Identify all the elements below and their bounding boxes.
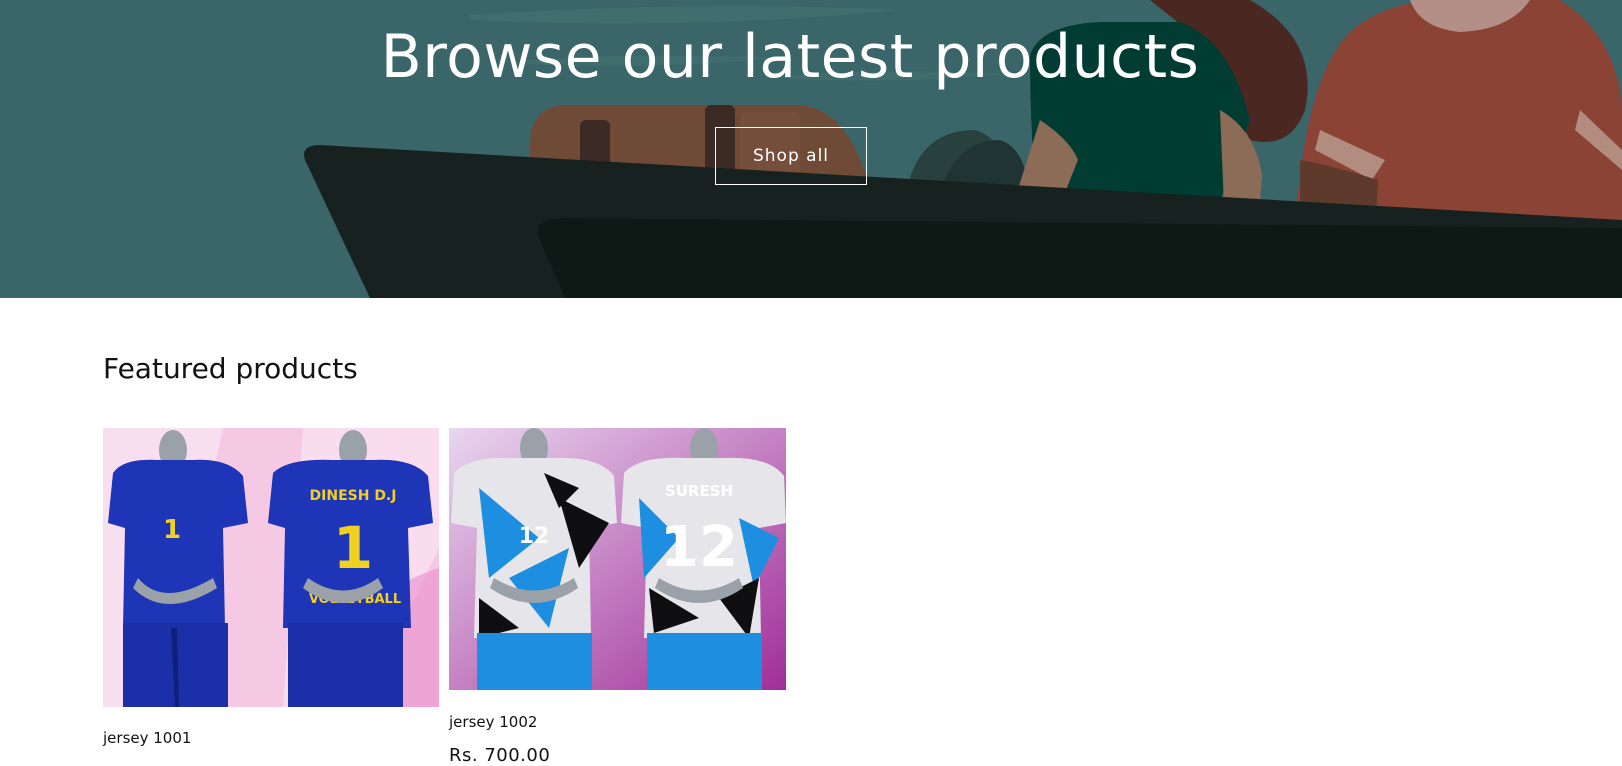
product-image-jersey-1001[interactable]: 1 DINESH D.J 1 VOLLEYBALL — [103, 428, 439, 707]
jersey-name-dinesh: DINESH D.J — [310, 488, 397, 504]
hero-banner: Browse our latest products Shop all — [0, 0, 1622, 298]
svg-text:1: 1 — [163, 515, 181, 545]
product-title[interactable]: jersey 1002 — [449, 713, 537, 731]
shop-all-button[interactable]: Shop all — [715, 127, 867, 185]
hero-title: Browse our latest products — [380, 22, 1200, 92]
jersey-number-1: 1 — [333, 514, 373, 582]
blue-jersey-photo: 1 DINESH D.J 1 VOLLEYBALL — [103, 428, 439, 707]
product-card-jersey-1001[interactable]: 1 DINESH D.J 1 VOLLEYBALL jersey 1001 — [103, 428, 439, 748]
jersey-name-suresh: SURESH — [665, 482, 733, 500]
featured-products-heading: Featured products — [103, 352, 358, 385]
camo-jersey-photo: 12 SURESH 12 — [449, 428, 786, 690]
svg-text:12: 12 — [519, 524, 550, 549]
product-price: Rs. 700.00 — [449, 745, 551, 766]
jersey-number-12: 12 — [660, 515, 738, 580]
product-image-jersey-1002[interactable]: 12 SURESH 12 — [449, 428, 786, 690]
product-title[interactable]: jersey 1001 — [103, 729, 191, 747]
product-card-jersey-1002[interactable]: 12 SURESH 12 jersey 1002 Rs. 700.00 — [449, 428, 786, 766]
